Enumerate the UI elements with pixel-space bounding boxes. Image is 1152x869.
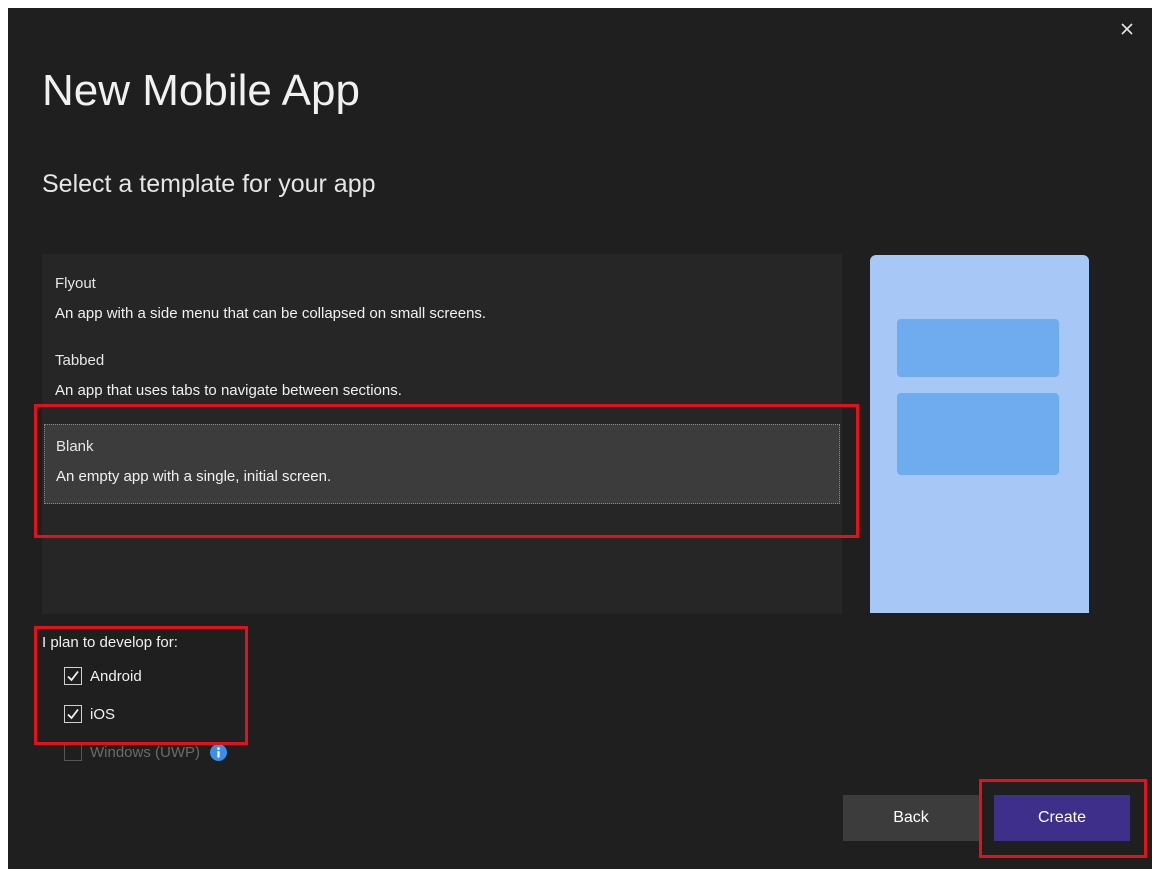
back-button[interactable]: Back: [843, 795, 979, 841]
ios-checkbox[interactable]: [64, 705, 82, 723]
preview-block: [897, 393, 1059, 475]
template-name: Tabbed: [55, 352, 105, 369]
platform-label: iOS: [90, 705, 116, 723]
template-preview: [870, 255, 1089, 613]
new-mobile-app-dialog: New Mobile App Select a template for you…: [8, 8, 1152, 869]
template-item-flyout[interactable]: Flyout An app with a side menu that can …: [42, 274, 842, 336]
dialog-title: New Mobile App: [42, 66, 360, 115]
info-icon[interactable]: [210, 743, 228, 761]
checkmark-icon: [67, 670, 79, 682]
platform-label: Android: [90, 667, 142, 685]
create-button[interactable]: Create: [994, 795, 1130, 841]
platform-option-android[interactable]: Android: [64, 665, 227, 687]
preview-block: [897, 319, 1059, 377]
template-name: Flyout: [55, 275, 96, 292]
template-item-blank[interactable]: Blank An empty app with a single, initia…: [44, 424, 840, 504]
platform-option-windows-uwp: Windows (UWP): [64, 741, 228, 763]
dialog-subtitle: Select a template for your app: [42, 170, 376, 198]
windows-uwp-checkbox: [64, 743, 82, 761]
template-name: Blank: [56, 438, 94, 455]
template-description: An app that uses tabs to navigate betwee…: [55, 382, 402, 399]
template-list: Flyout An app with a side menu that can …: [42, 254, 842, 614]
template-description: An empty app with a single, initial scre…: [56, 468, 332, 485]
platforms-label: I plan to develop for:: [42, 634, 178, 651]
close-icon: [1121, 23, 1133, 35]
close-button[interactable]: [1116, 18, 1138, 40]
template-description: An app with a side menu that can be coll…: [55, 305, 487, 322]
checkmark-icon: [67, 708, 79, 720]
platform-label: Windows (UWP): [90, 743, 201, 761]
platform-option-ios[interactable]: iOS: [64, 703, 227, 725]
platform-selection: I plan to develop for: Android iOS Windo…: [42, 634, 228, 779]
android-checkbox[interactable]: [64, 667, 82, 685]
template-item-tabbed[interactable]: Tabbed An app that uses tabs to navigate…: [42, 351, 842, 405]
